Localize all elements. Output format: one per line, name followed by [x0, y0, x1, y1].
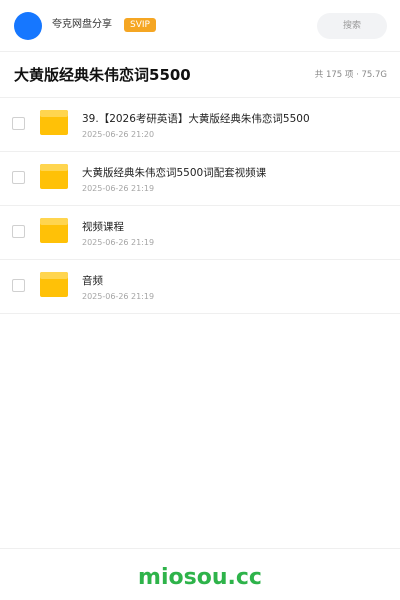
file-name[interactable]: 视频课程	[82, 220, 124, 234]
top-bar: 夸克网盘分享 SVIP	[0, 0, 400, 52]
file-name[interactable]: 音频	[82, 274, 103, 288]
avatar[interactable]	[14, 12, 42, 40]
page-title: 大黄版经典朱伟恋词5500	[14, 66, 191, 84]
brand-logo-text[interactable]: miosou.cc	[138, 565, 262, 591]
select-checkbox[interactable]	[12, 279, 25, 292]
search-input[interactable]	[317, 13, 387, 39]
file-date: 2025-06-26 21:19	[82, 184, 155, 193]
file-date: 2025-06-26 21:20	[82, 130, 155, 139]
list-item[interactable]: 39.【2026考研英语】大黄版经典朱伟恋词5500 2025-06-26 21…	[0, 98, 400, 152]
folder-icon	[40, 218, 68, 243]
file-date: 2025-06-26 21:19	[82, 292, 155, 301]
svip-badge: SVIP	[124, 18, 156, 32]
user-name[interactable]: 夸克网盘分享	[52, 18, 112, 32]
folder-icon	[40, 110, 68, 135]
select-checkbox[interactable]	[12, 225, 25, 238]
item-summary: 共 175 项 · 75.7G	[314, 70, 387, 80]
file-name[interactable]: 大黄版经典朱伟恋词5500词配套视频课	[82, 166, 266, 180]
list-item[interactable]: 视频课程 2025-06-26 21:19	[0, 206, 400, 260]
footer: miosou.cc	[0, 548, 400, 600]
file-date: 2025-06-26 21:19	[82, 238, 155, 247]
file-list: 39.【2026考研英语】大黄版经典朱伟恋词5500 2025-06-26 21…	[0, 98, 400, 314]
folder-icon	[40, 164, 68, 189]
folder-icon	[40, 272, 68, 297]
select-checkbox[interactable]	[12, 171, 25, 184]
list-item[interactable]: 大黄版经典朱伟恋词5500词配套视频课 2025-06-26 21:19	[0, 152, 400, 206]
list-item[interactable]: 音频 2025-06-26 21:19	[0, 260, 400, 314]
select-checkbox[interactable]	[12, 117, 25, 130]
file-name[interactable]: 39.【2026考研英语】大黄版经典朱伟恋词5500	[82, 112, 310, 126]
folder-title-bar: 大黄版经典朱伟恋词5500 共 175 项 · 75.7G	[0, 52, 400, 98]
